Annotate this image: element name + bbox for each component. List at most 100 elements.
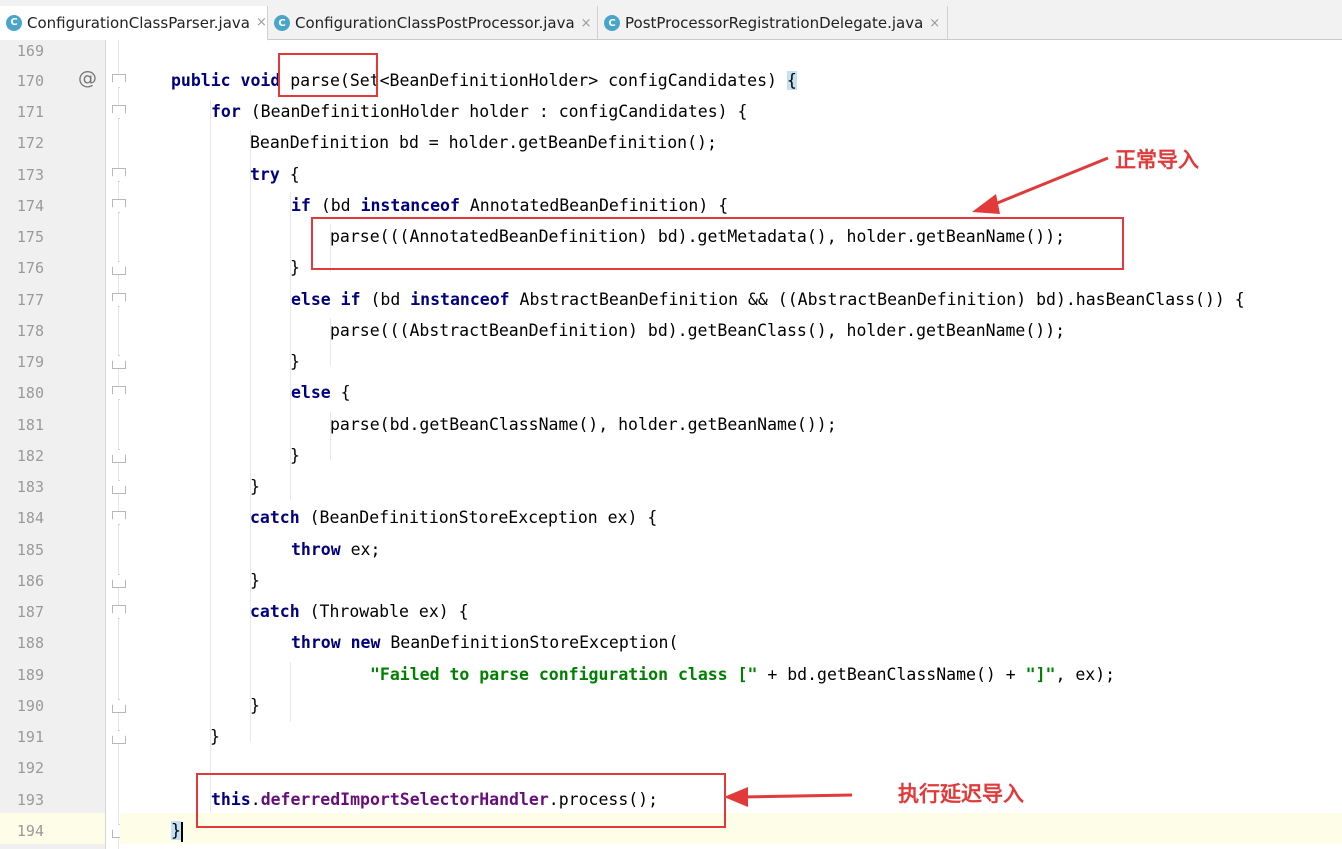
string-literal: "Failed to parse configuration class [" bbox=[370, 665, 758, 684]
highlight-box-parse-method bbox=[278, 53, 378, 97]
code-text: } bbox=[290, 352, 300, 371]
code-text: BeanDefinition bd = holder.getBeanDefini… bbox=[250, 133, 717, 152]
line-number: 169 bbox=[16, 42, 44, 60]
line-number: 191 bbox=[16, 728, 44, 746]
close-icon[interactable]: × bbox=[581, 16, 592, 31]
keyword: else bbox=[291, 383, 341, 402]
keyword: try bbox=[250, 165, 290, 184]
code-text: (BeanDefinitionHolder holder : configCan… bbox=[250, 102, 748, 121]
indent-guide bbox=[250, 130, 251, 742]
line-number: 184 bbox=[16, 509, 44, 527]
code-text: } bbox=[250, 696, 260, 715]
line-number: 180 bbox=[16, 384, 44, 402]
keyword: if bbox=[291, 196, 321, 215]
tab-label: ConfigurationClassParser.java bbox=[27, 13, 250, 32]
code-text: AnnotatedBeanDefinition) { bbox=[469, 196, 729, 215]
code-text: { bbox=[340, 383, 351, 402]
keyword: public bbox=[171, 71, 241, 90]
line-number: 185 bbox=[16, 541, 44, 559]
code-line-173: try { bbox=[250, 164, 300, 186]
code-text: } bbox=[210, 727, 220, 746]
matched-brace: } bbox=[171, 821, 181, 840]
highlight-box-normal-import bbox=[311, 217, 1124, 270]
keyword: catch bbox=[250, 508, 310, 527]
keyword: catch bbox=[250, 602, 310, 621]
line-number: 192 bbox=[16, 759, 44, 777]
line-number: 173 bbox=[16, 166, 44, 184]
line-number: 189 bbox=[16, 666, 44, 684]
code-text: } bbox=[290, 258, 300, 277]
code-text: (bd bbox=[320, 196, 361, 215]
tab-configuration-class-parser[interactable]: C ConfigurationClassParser.java × bbox=[0, 6, 268, 41]
code-line-184: catch (BeanDefinitionStoreException ex) … bbox=[250, 507, 657, 529]
code-line-182: } bbox=[290, 445, 300, 467]
line-number: 182 bbox=[16, 447, 44, 465]
code-text: AbstractBeanDefinition && ((AbstractBean… bbox=[519, 290, 1245, 309]
code-line-172: BeanDefinition bd = holder.getBeanDefini… bbox=[250, 132, 717, 154]
line-number: 187 bbox=[16, 603, 44, 621]
code-text: { bbox=[289, 165, 300, 184]
java-class-icon: C bbox=[6, 14, 22, 31]
code-line-180: else { bbox=[291, 382, 351, 404]
line-number: 170 bbox=[16, 72, 44, 90]
tab-post-processor-registration-delegate[interactable]: C PostProcessorRegistrationDelegate.java… bbox=[598, 6, 948, 40]
line-number: 174 bbox=[16, 197, 44, 215]
line-number: 179 bbox=[16, 353, 44, 371]
code-text: BeanDefinitionStoreException( bbox=[390, 633, 679, 652]
code-line-185: throw ex; bbox=[291, 539, 380, 561]
indent-guide bbox=[210, 100, 211, 812]
line-number: 172 bbox=[16, 134, 44, 152]
code-text: (BeanDefinitionStoreException ex) { bbox=[309, 508, 658, 527]
line-number: 175 bbox=[16, 228, 44, 246]
line-number: 194 bbox=[16, 822, 44, 840]
close-icon[interactable]: × bbox=[929, 16, 940, 31]
code-text: } bbox=[290, 446, 300, 465]
keyword: instanceof bbox=[410, 290, 520, 309]
code-text: , ex); bbox=[1055, 665, 1116, 684]
code-line-177: else if (bd instanceof AbstractBeanDefin… bbox=[291, 289, 1245, 311]
code-line-190: } bbox=[250, 695, 260, 717]
code-line-189: "Failed to parse configuration class [" … bbox=[370, 664, 1115, 686]
code-text: (bd bbox=[370, 290, 411, 309]
tab-configuration-class-post-processor[interactable]: C ConfigurationClassPostProcessor.java × bbox=[268, 6, 598, 40]
keyword: instanceof bbox=[360, 196, 470, 215]
code-line-187: catch (Throwable ex) { bbox=[250, 601, 469, 623]
close-icon[interactable]: × bbox=[256, 15, 267, 30]
gutter-divider bbox=[105, 40, 106, 849]
code-line-194: } bbox=[171, 820, 183, 842]
gutter-edge bbox=[118, 40, 119, 849]
code-line-174: if (bd instanceof AnnotatedBeanDefinitio… bbox=[291, 195, 728, 217]
code-text: (Throwable ex) { bbox=[309, 602, 469, 621]
code-text: parse(bd.getBeanClassName(), holder.getB… bbox=[330, 415, 837, 434]
line-number: 176 bbox=[16, 259, 44, 277]
keyword: throw new bbox=[291, 633, 391, 652]
java-class-icon: C bbox=[604, 15, 620, 31]
override-method-icon[interactable]: @ bbox=[78, 67, 97, 89]
code-text: ex; bbox=[350, 540, 381, 559]
code-line-188: throw new BeanDefinitionStoreException( bbox=[291, 632, 678, 654]
java-class-icon: C bbox=[274, 15, 290, 31]
line-number: 193 bbox=[16, 791, 44, 809]
code-line-178: parse(((AbstractBeanDefinition) bd).getB… bbox=[330, 320, 1065, 342]
tab-label: PostProcessorRegistrationDelegate.java bbox=[625, 14, 924, 32]
line-number: 186 bbox=[16, 572, 44, 590]
code-line-176: } bbox=[290, 257, 300, 279]
line-number: 183 bbox=[16, 478, 44, 496]
code-text: } bbox=[250, 571, 260, 590]
matched-brace: { bbox=[786, 71, 797, 90]
annotation-deferred-import: 执行延迟导入 bbox=[898, 782, 1024, 806]
tab-label: ConfigurationClassPostProcessor.java bbox=[295, 14, 575, 32]
code-text: } bbox=[250, 477, 260, 496]
line-number: 171 bbox=[16, 103, 44, 121]
code-line-181: parse(bd.getBeanClassName(), holder.getB… bbox=[330, 414, 837, 436]
indent-guide bbox=[290, 662, 291, 722]
string-literal: "]" bbox=[1025, 665, 1056, 684]
highlight-box-deferred-import bbox=[196, 773, 726, 828]
line-number: 178 bbox=[16, 322, 44, 340]
code-line-179: } bbox=[290, 351, 300, 373]
line-number: 190 bbox=[16, 697, 44, 715]
line-number: 188 bbox=[16, 634, 44, 652]
annotation-normal-import: 正常导入 bbox=[1115, 148, 1199, 172]
code-line-171: for (BeanDefinitionHolder holder : confi… bbox=[211, 101, 747, 123]
code-line-183: } bbox=[250, 476, 260, 498]
